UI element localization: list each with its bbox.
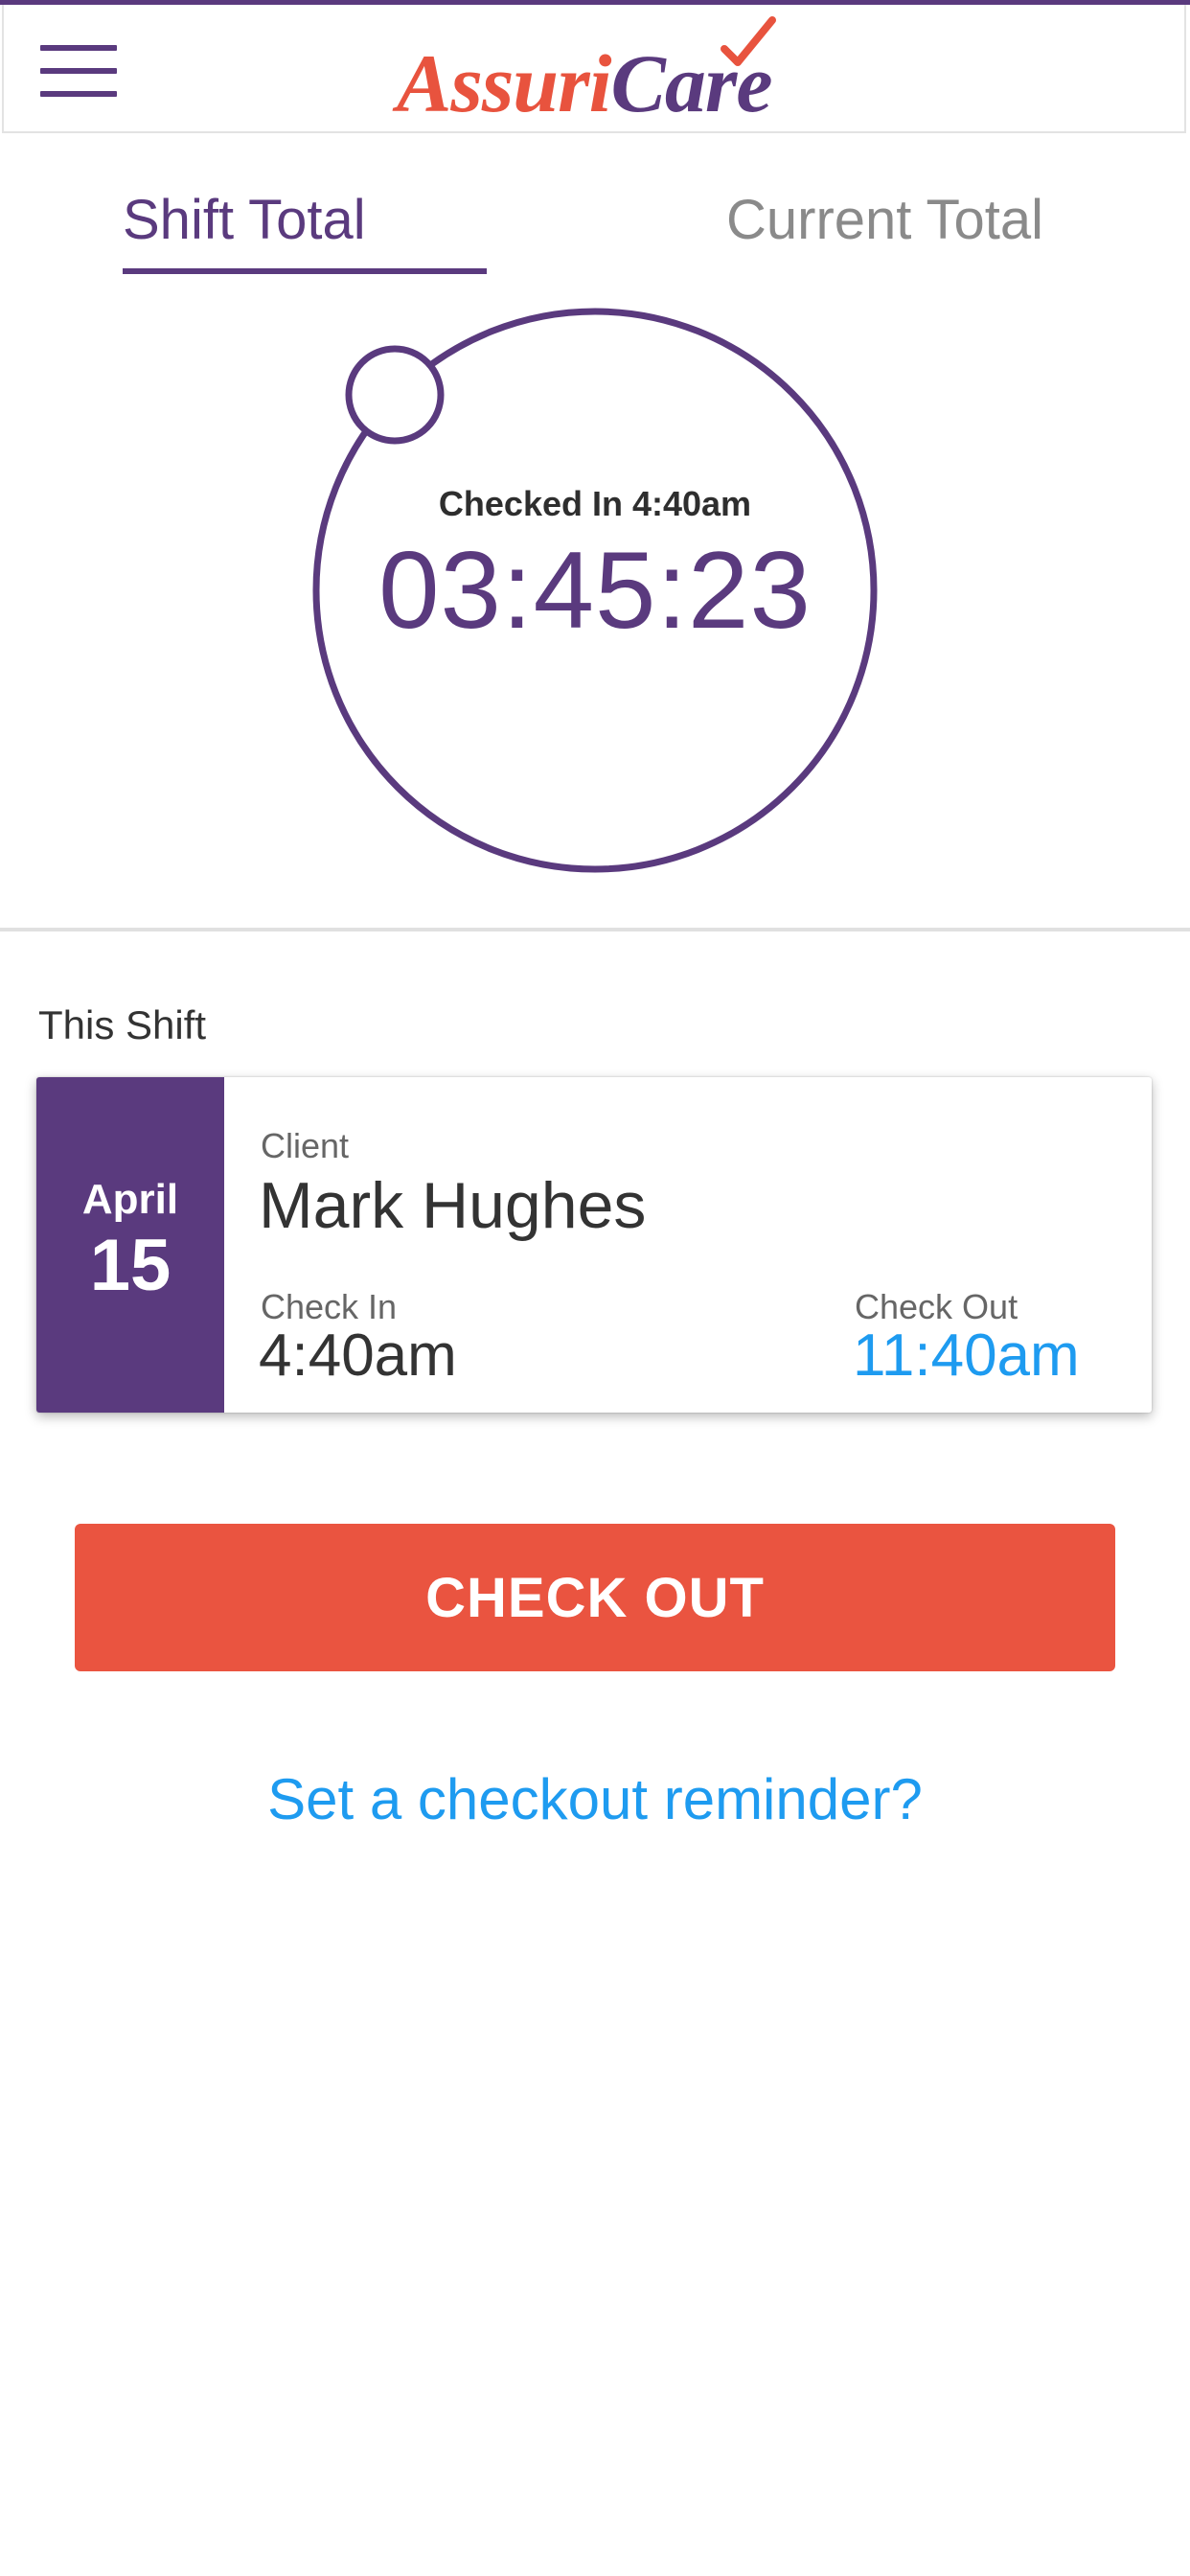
elapsed-timer: 03:45:23 [378, 530, 812, 652]
checkout-reminder-link[interactable]: Set a checkout reminder? [212, 1761, 978, 1838]
section-title-this-shift: This Shift [38, 1002, 207, 1047]
tab-label: Shift Total [123, 189, 366, 251]
tab-current-total[interactable]: Current Total [726, 182, 1129, 259]
client-label: Client [261, 1126, 350, 1165]
shift-card[interactable]: April 15 Client Mark Hughes Check In 4:4… [36, 1077, 1152, 1413]
shift-date-block: April 15 [36, 1077, 224, 1413]
section-divider [0, 928, 1190, 932]
menu-line [40, 91, 117, 97]
tab-label: Current Total [726, 189, 1043, 251]
active-tab-indicator [123, 268, 487, 274]
timer-progress-knob [345, 345, 445, 445]
checkmark-icon [721, 16, 776, 66]
check-in-time: 4:40am [259, 1322, 457, 1389]
menu-line [40, 45, 117, 51]
check-out-time[interactable]: 11:40am [853, 1322, 1080, 1390]
shift-date-month: April [81, 1176, 179, 1223]
client-name: Mark Hughes [259, 1169, 647, 1242]
app-header: AssuriCare [2, 5, 1186, 133]
checked-in-time: Checked In 4:40am [438, 484, 752, 523]
check-out-button[interactable]: CHECK OUT [75, 1524, 1115, 1671]
assuricare-logo: AssuriCare [397, 35, 773, 131]
tab-shift-total[interactable]: Shift Total [123, 182, 487, 259]
shift-date-day: 15 [89, 1225, 172, 1306]
hamburger-menu-icon[interactable] [40, 45, 117, 99]
logo-text-assuri: Assuri [397, 37, 611, 129]
timer-ring [312, 308, 878, 873]
menu-line [40, 68, 117, 74]
